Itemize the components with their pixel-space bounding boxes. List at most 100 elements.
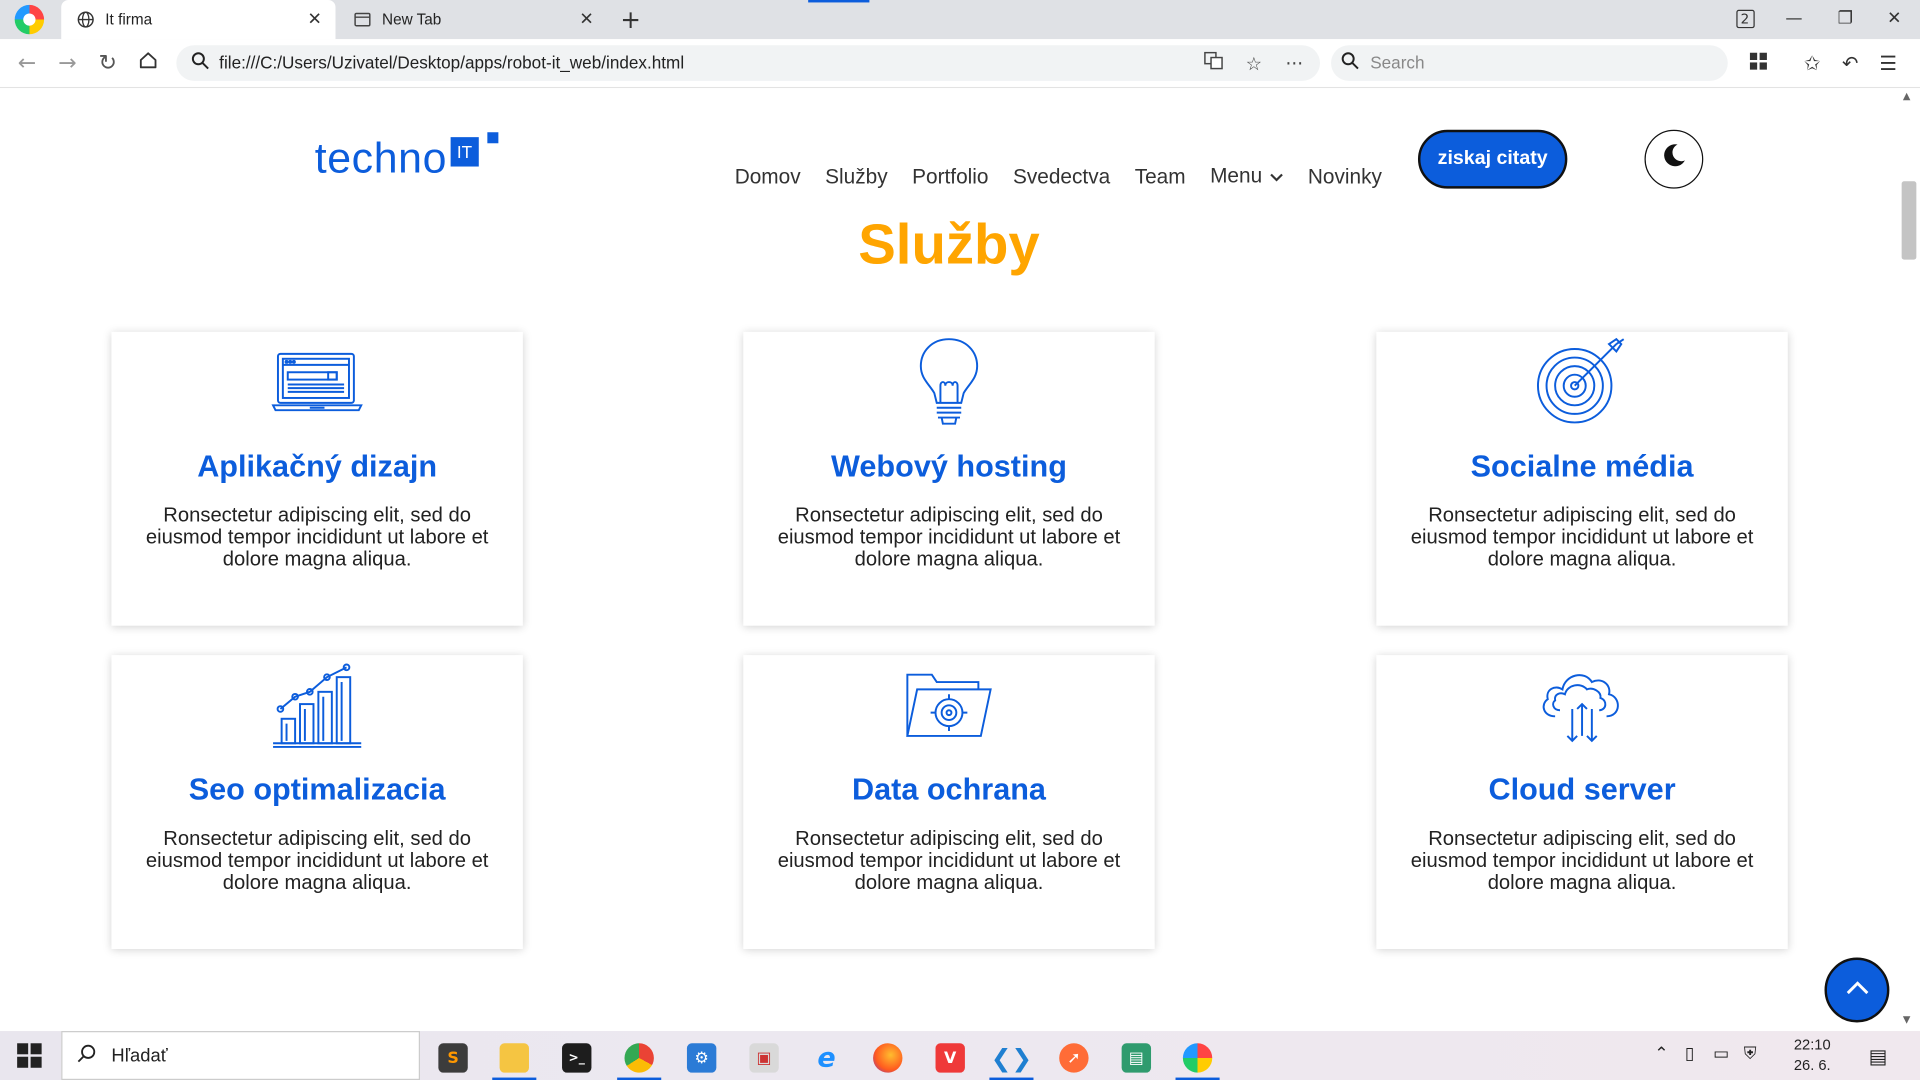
logo-text: techno [314,134,448,183]
forward-arrow-icon[interactable]: → [53,49,82,78]
scroll-to-top-button[interactable] [1824,957,1890,1023]
site-logo[interactable]: techno IT [314,132,498,184]
app-window-icon[interactable]: ▤ [1112,1036,1161,1080]
tray-shield-icon[interactable]: ⛨ [1744,1044,1757,1064]
windows-taskbar: Hľadať S >_ ⚙ ▣ e V ❮❯ ➚ ▤ ⌃ ▯ ▭ ⛨ 22:10… [0,1031,1920,1080]
logo-badge: IT [450,137,479,167]
tab-new-tab[interactable]: New Tab ✕ [338,0,607,39]
vscode-icon[interactable]: ❮❯ [987,1036,1036,1080]
favorite-star-icon[interactable]: ☆ [1240,50,1267,77]
tab-count-icon[interactable]: 2 [1727,5,1764,32]
tray-device-icon[interactable]: ▯ [1685,1044,1694,1064]
favorites-list-icon[interactable]: ✩ [1798,49,1827,78]
tray-network-icon[interactable]: ▭ [1713,1044,1729,1064]
address-bar[interactable]: file:///C:/Users/Uzivatel/Desktop/apps/r… [176,45,1321,81]
taskbar-search[interactable]: Hľadať [61,1031,421,1080]
target-icon [1536,337,1629,430]
tab-count-badge: 2 [1735,9,1755,29]
vivaldi-icon[interactable]: V [926,1036,975,1080]
taskbar-search-text: Hľadať [111,1045,168,1067]
search-icon [191,51,209,74]
card-description: Ronsectetur adipiscing elit, sed do eius… [145,504,489,571]
card-description: Ronsectetur adipiscing elit, sed do eius… [777,827,1121,894]
terminal-icon[interactable]: >_ [552,1036,601,1080]
nav-item-novinky[interactable]: Novinky [1308,162,1382,191]
card-title: Webový hosting [831,449,1067,484]
reload-icon[interactable]: ↻ [93,49,122,78]
url-text[interactable]: file:///C:/Users/Uzivatel/Desktop/apps/r… [219,53,684,73]
service-card[interactable]: Data ochrana Ronsectetur adipiscing elit… [743,655,1155,949]
card-description: Ronsectetur adipiscing elit, sed do eius… [1410,827,1754,894]
main-nav: Domov Služby Portfolio Svedectva Team Me… [735,162,1407,193]
image-viewer-icon[interactable]: ▣ [740,1036,789,1080]
notifications-icon[interactable]: ▤ [1869,1044,1888,1067]
dark-mode-toggle[interactable] [1644,129,1704,189]
clock-date: 26. 6. 2025 [1793,1056,1831,1080]
cloud-icon [1536,660,1629,753]
home-icon[interactable] [133,49,162,78]
globe-icon [76,10,96,30]
browser-toolbar: ← → ↻ file:///C:/Users/Uzivatel/Desktop/… [0,39,1920,89]
search-placeholder: Search [1370,52,1425,73]
moon-icon [1660,142,1687,176]
back-arrow-icon[interactable]: ← [12,49,41,78]
laptop-icon [271,337,364,430]
nav-item-menu[interactable]: Menu [1210,162,1283,193]
browser-app-icon[interactable] [1173,1036,1222,1080]
taskbar-clock[interactable]: 22:10 26. 6. 2025 [1776,1035,1849,1080]
history-undo-icon[interactable]: ↶ [1836,49,1865,78]
folder-target-icon [902,660,995,753]
translate-icon[interactable] [1200,50,1227,77]
card-description: Ronsectetur adipiscing elit, sed do eius… [777,504,1121,571]
scroll-down-arrow-icon[interactable]: ▼ [1903,1014,1911,1025]
nav-item-svedectva[interactable]: Svedectva [1013,162,1110,191]
chrome-icon[interactable] [615,1036,664,1080]
window-close-icon[interactable]: ✕ [1876,5,1913,32]
bar-chart-icon [271,660,364,753]
sublime-text-icon[interactable]: S [429,1036,478,1080]
search-icon [77,1043,97,1067]
tab-title: It firma [105,11,153,29]
postman-icon[interactable]: ➚ [1049,1036,1098,1080]
nav-item-domov[interactable]: Domov [735,162,801,191]
tab-it-firma[interactable]: It firma ✕ [61,0,336,40]
service-card[interactable]: Webový hosting Ronsectetur adipiscing el… [743,331,1155,626]
windows-start-icon[interactable] [17,1043,42,1068]
page-scrollbar[interactable]: ▲ ▼ [1897,88,1920,1032]
tab-strip-accent [808,0,870,3]
apps-grid-icon[interactable] [1744,49,1773,78]
card-title: Seo optimalizacia [188,772,446,807]
file-explorer-icon[interactable] [490,1036,539,1080]
page-viewport: techno IT Domov Služby Portfolio Svedect… [0,88,1898,1032]
scrollbar-thumb[interactable] [1901,181,1917,260]
restore-icon[interactable]: ❐ [1827,5,1864,32]
scroll-up-arrow-icon[interactable]: ▲ [1903,91,1911,102]
nav-item-portfolio[interactable]: Portfolio [912,162,988,191]
tab-close-icon[interactable]: ✕ [576,9,598,31]
section-title: Služby [858,211,1040,276]
app-gear-icon[interactable]: ⚙ [677,1036,726,1080]
service-card[interactable]: Socialne média Ronsectetur adipiscing el… [1376,331,1788,626]
tray-chevron-up-icon[interactable]: ⌃ [1654,1044,1668,1064]
more-dots-icon[interactable]: ··· [1281,50,1308,77]
card-title: Data ochrana [852,772,1046,807]
browser-search-box[interactable]: Search [1331,45,1728,81]
internet-explorer-icon[interactable]: e [802,1036,851,1080]
nav-item-sluzby[interactable]: Služby [825,162,887,191]
browser-logo-icon[interactable] [14,4,45,35]
service-card[interactable]: Seo optimalizacia Ronsectetur adipiscing… [111,655,523,949]
logo-dot [486,132,498,144]
minimize-icon[interactable]: — [1776,5,1813,32]
service-card[interactable]: Cloud server Ronsectetur adipiscing elit… [1376,655,1788,949]
tab-close-icon[interactable]: ✕ [304,9,326,31]
card-description: Ronsectetur adipiscing elit, sed do eius… [145,827,489,894]
tab-strip: It firma ✕ New Tab ✕ + 2 — ❐ ✕ [0,0,1920,40]
firefox-icon[interactable] [863,1036,912,1080]
card-title: Aplikačný dizajn [197,449,438,484]
service-card[interactable]: Aplikačný dizajn Ronsectetur adipiscing … [111,331,523,626]
new-tab-plus-icon[interactable]: + [617,5,644,34]
menu-hamburger-icon[interactable]: ☰ [1873,49,1902,78]
card-title: Cloud server [1488,772,1676,807]
nav-item-team[interactable]: Team [1135,162,1186,191]
get-quotes-button[interactable]: ziskaj citaty [1417,129,1568,189]
